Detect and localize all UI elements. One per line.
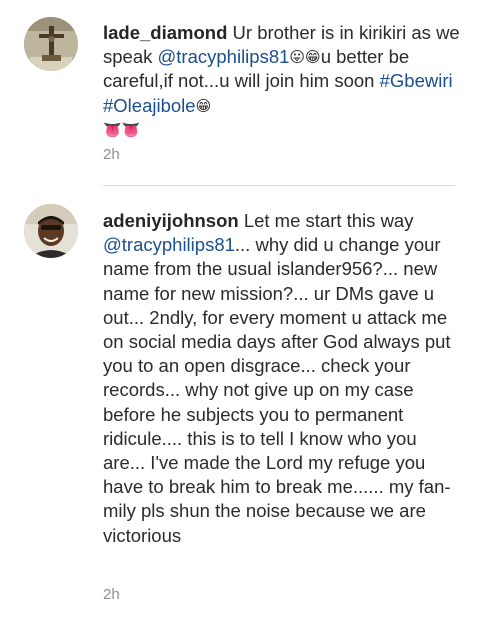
comment-text-part: ... why did u change your name from the … (103, 234, 451, 546)
comment-timestamp: 2h (103, 146, 120, 163)
user-avatar[interactable] (24, 204, 78, 258)
man-portrait-avatar-icon (24, 204, 78, 258)
comment-text: lade_diamond Ur brother is in kirikiri a… (103, 21, 463, 142)
user-avatar[interactable] (24, 17, 78, 71)
hashtag-link[interactable]: #Gbewiri (380, 70, 453, 91)
comment-text-part: Let me start this way (238, 210, 414, 231)
emoji-tongues: 👅👅 (103, 121, 141, 139)
comment-username[interactable]: adeniyijohnson (103, 210, 239, 231)
emoji-tongue-grin: 😛😁 (289, 49, 321, 67)
mention-link[interactable]: @tracyphilips81 (158, 46, 290, 67)
emoji-grin: 😁 (195, 97, 212, 115)
mention-link[interactable]: @tracyphilips81 (103, 234, 235, 255)
comment-timestamp: 2h (103, 586, 120, 603)
comment-item: lade_diamond Ur brother is in kirikiri a… (0, 0, 480, 185)
comment-item: adeniyijohnson Let me start this way @tr… (0, 186, 480, 622)
hashtag-link[interactable]: #Oleajibole (103, 95, 196, 116)
crucifix-avatar-icon (24, 17, 78, 71)
comment-username[interactable]: lade_diamond (103, 22, 227, 43)
comment-text: adeniyijohnson Let me start this way @tr… (103, 209, 463, 548)
